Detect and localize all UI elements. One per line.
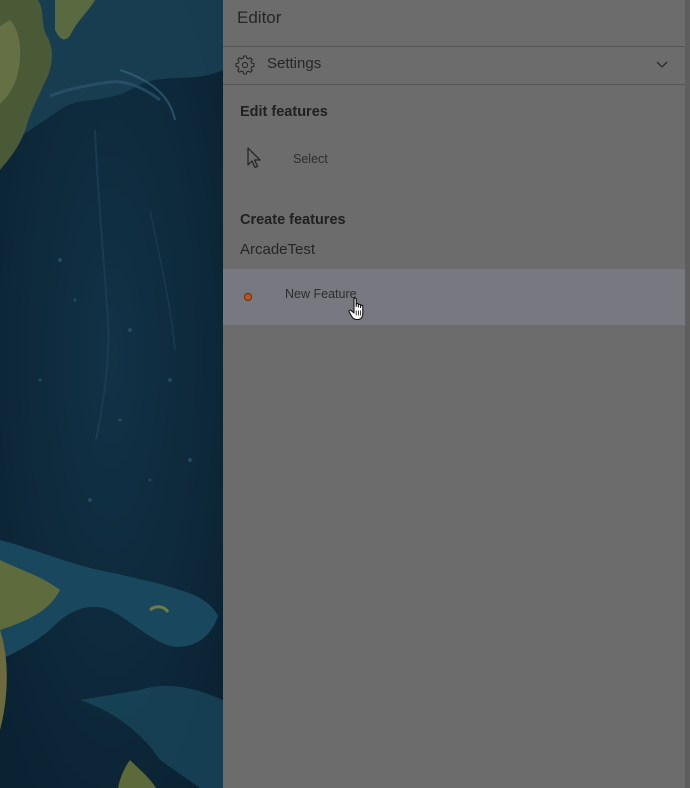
settings-toggle[interactable]: Settings: [223, 47, 685, 84]
panel-title: Editor: [237, 8, 282, 27]
point-symbol-icon: [243, 292, 253, 302]
feature-template-new-feature[interactable]: New Feature: [223, 269, 685, 325]
basemap-imagery: [0, 0, 223, 788]
divider: [223, 84, 685, 85]
template-label: New Feature: [285, 287, 357, 301]
settings-label: Settings: [267, 55, 322, 72]
panel-scroll-edge: [685, 0, 690, 788]
layer-name: ArcadeTest: [240, 241, 316, 258]
edit-features-heading: Edit features: [240, 104, 328, 120]
chevron-down-icon: [656, 61, 668, 68]
create-features-heading: Create features: [240, 212, 346, 228]
select-tool-label: Select: [293, 152, 328, 166]
editor-panel: Editor Settings Edit features Select Cre…: [223, 0, 685, 788]
select-tool-button[interactable]: Select: [223, 138, 685, 180]
map-view[interactable]: [0, 0, 223, 788]
gear-icon: [235, 55, 255, 75]
pointer-cursor-icon: [247, 147, 261, 169]
